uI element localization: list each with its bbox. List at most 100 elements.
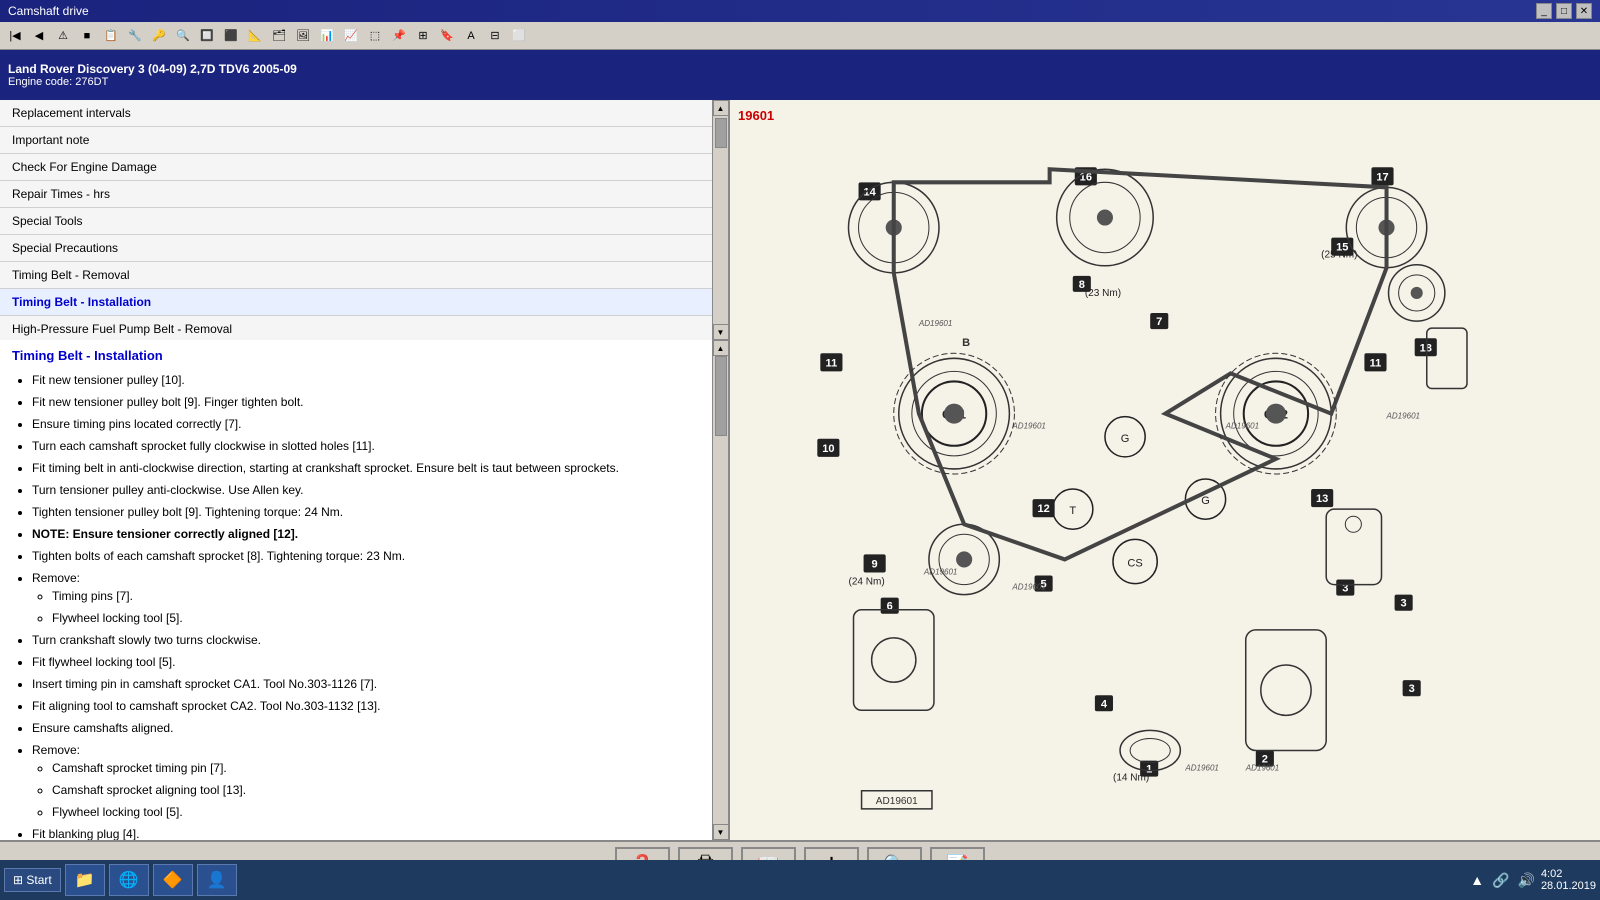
tool5-button[interactable]: 🔍	[172, 25, 194, 47]
content-scroll-track	[714, 356, 728, 824]
tray-sound: 🔊	[1516, 870, 1537, 891]
label-12: 12	[1037, 503, 1049, 515]
engine-code: Engine code: 276DT	[8, 76, 1592, 88]
nav-scroll-thumb[interactable]	[715, 118, 727, 148]
vehicle-info: Land Rover Discovery 3 (04-09) 2,7D TDV6…	[8, 62, 1592, 76]
diagram-svg: 14 16 17 15 8	[763, 127, 1568, 831]
tool16-button[interactable]: 🔖	[436, 25, 458, 47]
start-button[interactable]: ⊞ Start	[4, 868, 61, 892]
nav-wrapper: Replacement intervals Important note Che…	[0, 100, 728, 340]
content-wrapper: Timing Belt - Installation Fit new tensi…	[0, 340, 728, 840]
nav-scroll-up[interactable]: ▲	[713, 100, 729, 116]
tool2-button[interactable]: 📋	[100, 25, 122, 47]
minimize-button[interactable]: _	[1536, 3, 1552, 19]
diagram-ref-text: AD19601	[876, 796, 918, 807]
close-button[interactable]: ✕	[1576, 3, 1592, 19]
nav-first-button[interactable]: |◀	[4, 25, 26, 47]
remove-item-5: Flywheel locking tool [5].	[52, 803, 700, 821]
content-scroll-down[interactable]: ▼	[713, 824, 729, 840]
nav-item-hpfp[interactable]: High-Pressure Fuel Pump Belt - Removal	[0, 316, 712, 340]
content-item-4: Turn each camshaft sprocket fully clockw…	[32, 437, 700, 455]
tool9-button[interactable]: 🗂	[268, 25, 290, 47]
tool6-button[interactable]: 🔲	[196, 25, 218, 47]
warning-icon: ⚠	[52, 25, 74, 47]
label-9: 9	[871, 558, 877, 570]
content-item-8: NOTE: Ensure tensioner correctly aligned…	[32, 525, 700, 543]
content-item-16: Remove: Camshaft sprocket timing pin [7]…	[32, 741, 700, 821]
crank-sprocket-hub	[956, 551, 972, 567]
content-list: Fit new tensioner pulley [10]. Fit new t…	[12, 371, 700, 840]
main-layout: Replacement intervals Important note Che…	[0, 100, 1600, 840]
tool7-button[interactable]: ⬛	[220, 25, 242, 47]
taskbar-app-user[interactable]: 👤	[197, 864, 237, 896]
clock-time: 4:02	[1541, 868, 1596, 880]
taskbar-app-explorer[interactable]: 📁	[65, 864, 105, 896]
taskbar: ⊞ Start 📁 🌐 🔶 👤 ▲ 🔗 🔊 4:02 28.01.2019	[0, 860, 1600, 900]
tool8-button[interactable]: 📐	[244, 25, 266, 47]
tool15-button[interactable]: ⊞	[412, 25, 434, 47]
nav-item-installation[interactable]: Timing Belt - Installation	[0, 289, 712, 316]
diagram-label: 19601	[738, 108, 1592, 123]
diagram-container: 14 16 17 15 8	[738, 127, 1592, 831]
nav-items-list: Replacement intervals Important note Che…	[0, 100, 712, 340]
tray-network: 🔗	[1490, 870, 1511, 891]
remove-list-1: Timing pins [7]. Flywheel locking tool […	[32, 587, 700, 627]
tray-arrow[interactable]: ▲	[1468, 870, 1486, 890]
cam-sprocket-ca1-hub	[944, 404, 964, 424]
tool13-button[interactable]: ⬚	[364, 25, 386, 47]
ad-ref-5: AD19601	[923, 568, 958, 577]
nav-scroll-down[interactable]: ▼	[713, 324, 729, 340]
tool19-button[interactable]: ⬜	[508, 25, 530, 47]
cam-sprocket-ca2-hub	[1266, 404, 1286, 424]
content-item-11: Turn crankshaft slowly two turns clockwi…	[32, 631, 700, 649]
tool1-button[interactable]: ■	[76, 25, 98, 47]
b-label: B	[962, 337, 970, 349]
tool18-button[interactable]: ⊟	[484, 25, 506, 47]
label-17: 17	[1376, 171, 1388, 183]
label-10: 10	[822, 443, 834, 455]
ad-ref-2: AD19601	[1011, 422, 1045, 431]
content-area: Timing Belt - Installation Fit new tensi…	[0, 340, 712, 840]
content-scroll-thumb[interactable]	[715, 356, 727, 436]
remove-item-4: Camshaft sprocket aligning tool [13].	[52, 781, 700, 799]
content-scrollbar: ▲ ▼	[712, 340, 728, 840]
nav-item-removal[interactable]: Timing Belt - Removal	[0, 262, 712, 289]
tool14-button[interactable]: 📌	[388, 25, 410, 47]
content-item-15: Ensure camshafts aligned.	[32, 719, 700, 737]
app-header: Land Rover Discovery 3 (04-09) 2,7D TDV6…	[0, 50, 1600, 100]
torque-24nm: (24 Nm)	[848, 577, 884, 588]
label-11-right: 11	[1369, 357, 1381, 369]
nav-item-special-tools[interactable]: Special Tools	[0, 208, 712, 235]
tool12-button[interactable]: 📈	[340, 25, 362, 47]
taskbar-app-vlc[interactable]: 🔶	[153, 864, 193, 896]
clock: 4:02 28.01.2019	[1541, 868, 1596, 892]
tool4-button[interactable]: 🔑	[148, 25, 170, 47]
t-label: T	[1069, 505, 1076, 517]
nav-item-important[interactable]: Important note	[0, 127, 712, 154]
taskbar-app-chrome[interactable]: 🌐	[109, 864, 149, 896]
sprocket-tc-hub	[1097, 209, 1113, 225]
tool11-button[interactable]: 📊	[316, 25, 338, 47]
window-title: Camshaft drive	[8, 4, 89, 18]
content-item-14: Fit aligning tool to camshaft sprocket C…	[32, 697, 700, 715]
tool10-button[interactable]: 🖼	[292, 25, 314, 47]
tool3-button[interactable]: 🔧	[124, 25, 146, 47]
content-item-1: Fit new tensioner pulley [10].	[32, 371, 700, 389]
label-6: 6	[886, 601, 892, 613]
maximize-button[interactable]: □	[1556, 3, 1572, 19]
nav-item-replacement[interactable]: Replacement intervals	[0, 100, 712, 127]
toolbar: |◀ ◀ ⚠ ■ 📋 🔧 🔑 🔍 🔲 ⬛ 📐 🗂 🖼 📊 📈 ⬚ 📌 ⊞ 🔖 A…	[0, 22, 1600, 50]
remove-item-3: Camshaft sprocket timing pin [7].	[52, 759, 700, 777]
title-bar: Camshaft drive _ □ ✕	[0, 0, 1600, 22]
label-3b: 3	[1400, 598, 1406, 610]
nav-item-repair[interactable]: Repair Times - hrs	[0, 181, 712, 208]
ad-ref-1: AD19601	[918, 319, 953, 328]
nav-item-check[interactable]: Check For Engine Damage	[0, 154, 712, 181]
tool17-button[interactable]: A	[460, 25, 482, 47]
right-panel: 19601 14 16 17	[730, 100, 1600, 840]
nav-prev-button[interactable]: ◀	[28, 25, 50, 47]
content-scroll-up[interactable]: ▲	[713, 340, 729, 356]
ad-ref-7: AD19601	[1184, 764, 1219, 773]
remove-item-1: Timing pins [7].	[52, 587, 700, 605]
nav-item-precautions[interactable]: Special Precautions	[0, 235, 712, 262]
